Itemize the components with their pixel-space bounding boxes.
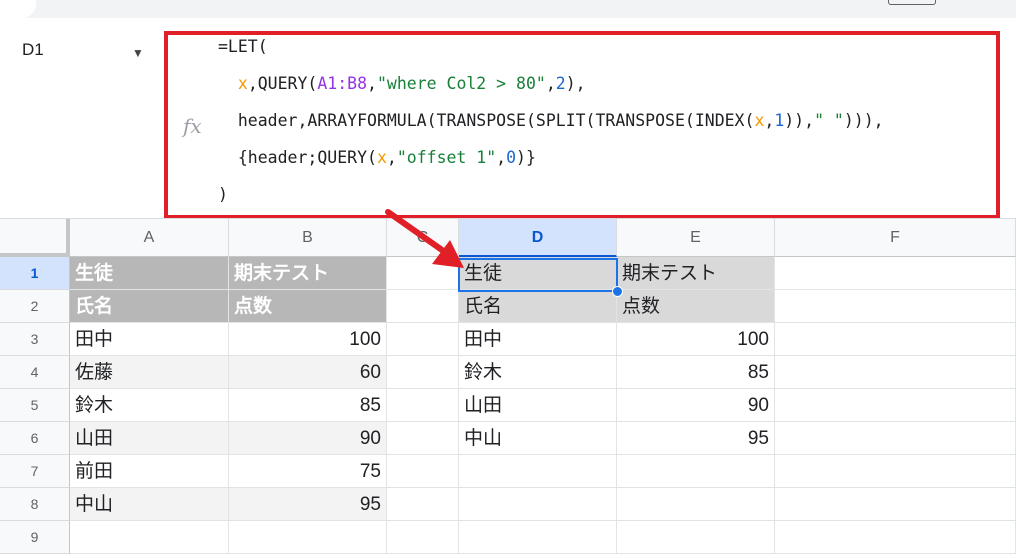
cell-a6[interactable]: 山田 — [70, 422, 229, 455]
cell-e4[interactable]: 85 — [617, 356, 775, 389]
toolbar-button-edge[interactable] — [888, 0, 936, 5]
row-header-1[interactable]: 1 — [0, 257, 70, 290]
cell-b4[interactable]: 60 — [229, 356, 387, 389]
cell-a2[interactable]: 氏名 — [70, 290, 229, 323]
row-header-6[interactable]: 6 — [0, 422, 70, 455]
fill-handle[interactable] — [612, 286, 623, 297]
cell-b8[interactable]: 95 — [229, 488, 387, 521]
column-header-f[interactable]: F — [775, 219, 1016, 257]
cell-b2[interactable]: 点数 — [229, 290, 387, 323]
cell-b1[interactable]: 期末テスト — [229, 257, 387, 290]
row-header-8[interactable]: 8 — [0, 488, 70, 521]
column-header-a[interactable]: A — [70, 219, 229, 257]
cell-f6[interactable] — [775, 422, 1016, 455]
cell-c8[interactable] — [387, 488, 459, 521]
cell-e2[interactable]: 点数 — [617, 290, 775, 323]
name-box[interactable]: D1 ▼ — [0, 18, 160, 218]
cell-c4[interactable] — [387, 356, 459, 389]
cell-d4[interactable]: 鈴木 — [459, 356, 617, 389]
cell-a8[interactable]: 中山 — [70, 488, 229, 521]
cell-b3[interactable]: 100 — [229, 323, 387, 356]
cell-f9[interactable] — [775, 521, 1016, 554]
select-all-corner[interactable] — [0, 219, 70, 257]
row-header-9[interactable]: 9 — [0, 521, 70, 554]
name-box-ref: D1 — [22, 40, 44, 59]
cell-a1[interactable]: 生徒 — [70, 257, 229, 290]
cell-a7[interactable]: 前田 — [70, 455, 229, 488]
cell-f2[interactable] — [775, 290, 1016, 323]
cell-e8[interactable] — [617, 488, 775, 521]
cell-a5[interactable]: 鈴木 — [70, 389, 229, 422]
cell-c9[interactable] — [387, 521, 459, 554]
column-header-d[interactable]: D — [459, 219, 617, 257]
formula-highlight-box — [164, 31, 1000, 219]
cell-e5[interactable]: 90 — [617, 389, 775, 422]
red-arrow-icon — [385, 209, 464, 268]
cell-e1[interactable]: 期末テスト — [617, 257, 775, 290]
cell-b9[interactable] — [229, 521, 387, 554]
cell-f3[interactable] — [775, 323, 1016, 356]
cell-f8[interactable] — [775, 488, 1016, 521]
cell-d8[interactable] — [459, 488, 617, 521]
column-header-e[interactable]: E — [617, 219, 775, 257]
cell-d9[interactable] — [459, 521, 617, 554]
cell-d1[interactable]: 生徒 — [459, 257, 617, 290]
cell-c5[interactable] — [387, 389, 459, 422]
cell-d6[interactable]: 中山 — [459, 422, 617, 455]
cell-e9[interactable] — [617, 521, 775, 554]
cell-b6[interactable]: 90 — [229, 422, 387, 455]
name-box-dropdown-icon[interactable]: ▼ — [132, 46, 144, 60]
row-header-3[interactable]: 3 — [0, 323, 70, 356]
cell-d2[interactable]: 氏名 — [459, 290, 617, 323]
cell-f7[interactable] — [775, 455, 1016, 488]
cell-e6[interactable]: 95 — [617, 422, 775, 455]
cell-e7[interactable] — [617, 455, 775, 488]
row-header-7[interactable]: 7 — [0, 455, 70, 488]
cell-c6[interactable] — [387, 422, 459, 455]
cell-a3[interactable]: 田中 — [70, 323, 229, 356]
cell-f5[interactable] — [775, 389, 1016, 422]
row-header-4[interactable]: 4 — [0, 356, 70, 389]
cell-a9[interactable] — [70, 521, 229, 554]
top-toolbar-strip — [0, 0, 1016, 18]
cell-d5[interactable]: 山田 — [459, 389, 617, 422]
cell-e3[interactable]: 100 — [617, 323, 775, 356]
cell-c7[interactable] — [387, 455, 459, 488]
cell-d3[interactable]: 田中 — [459, 323, 617, 356]
column-header-b[interactable]: B — [229, 219, 387, 257]
cell-b7[interactable]: 75 — [229, 455, 387, 488]
cell-f4[interactable] — [775, 356, 1016, 389]
cell-a4[interactable]: 佐藤 — [70, 356, 229, 389]
spreadsheet-grid: A B C D E F 1 2 3 4 5 6 7 8 9 生徒 期末テスト 氏… — [0, 218, 1016, 558]
cell-d7[interactable] — [459, 455, 617, 488]
row-header-2[interactable]: 2 — [0, 290, 70, 323]
row-header-5[interactable]: 5 — [0, 389, 70, 422]
cell-c3[interactable] — [387, 323, 459, 356]
toolbar-corner — [0, 0, 36, 18]
cell-b5[interactable]: 85 — [229, 389, 387, 422]
cell-c2[interactable] — [387, 290, 459, 323]
cell-f1[interactable] — [775, 257, 1016, 290]
